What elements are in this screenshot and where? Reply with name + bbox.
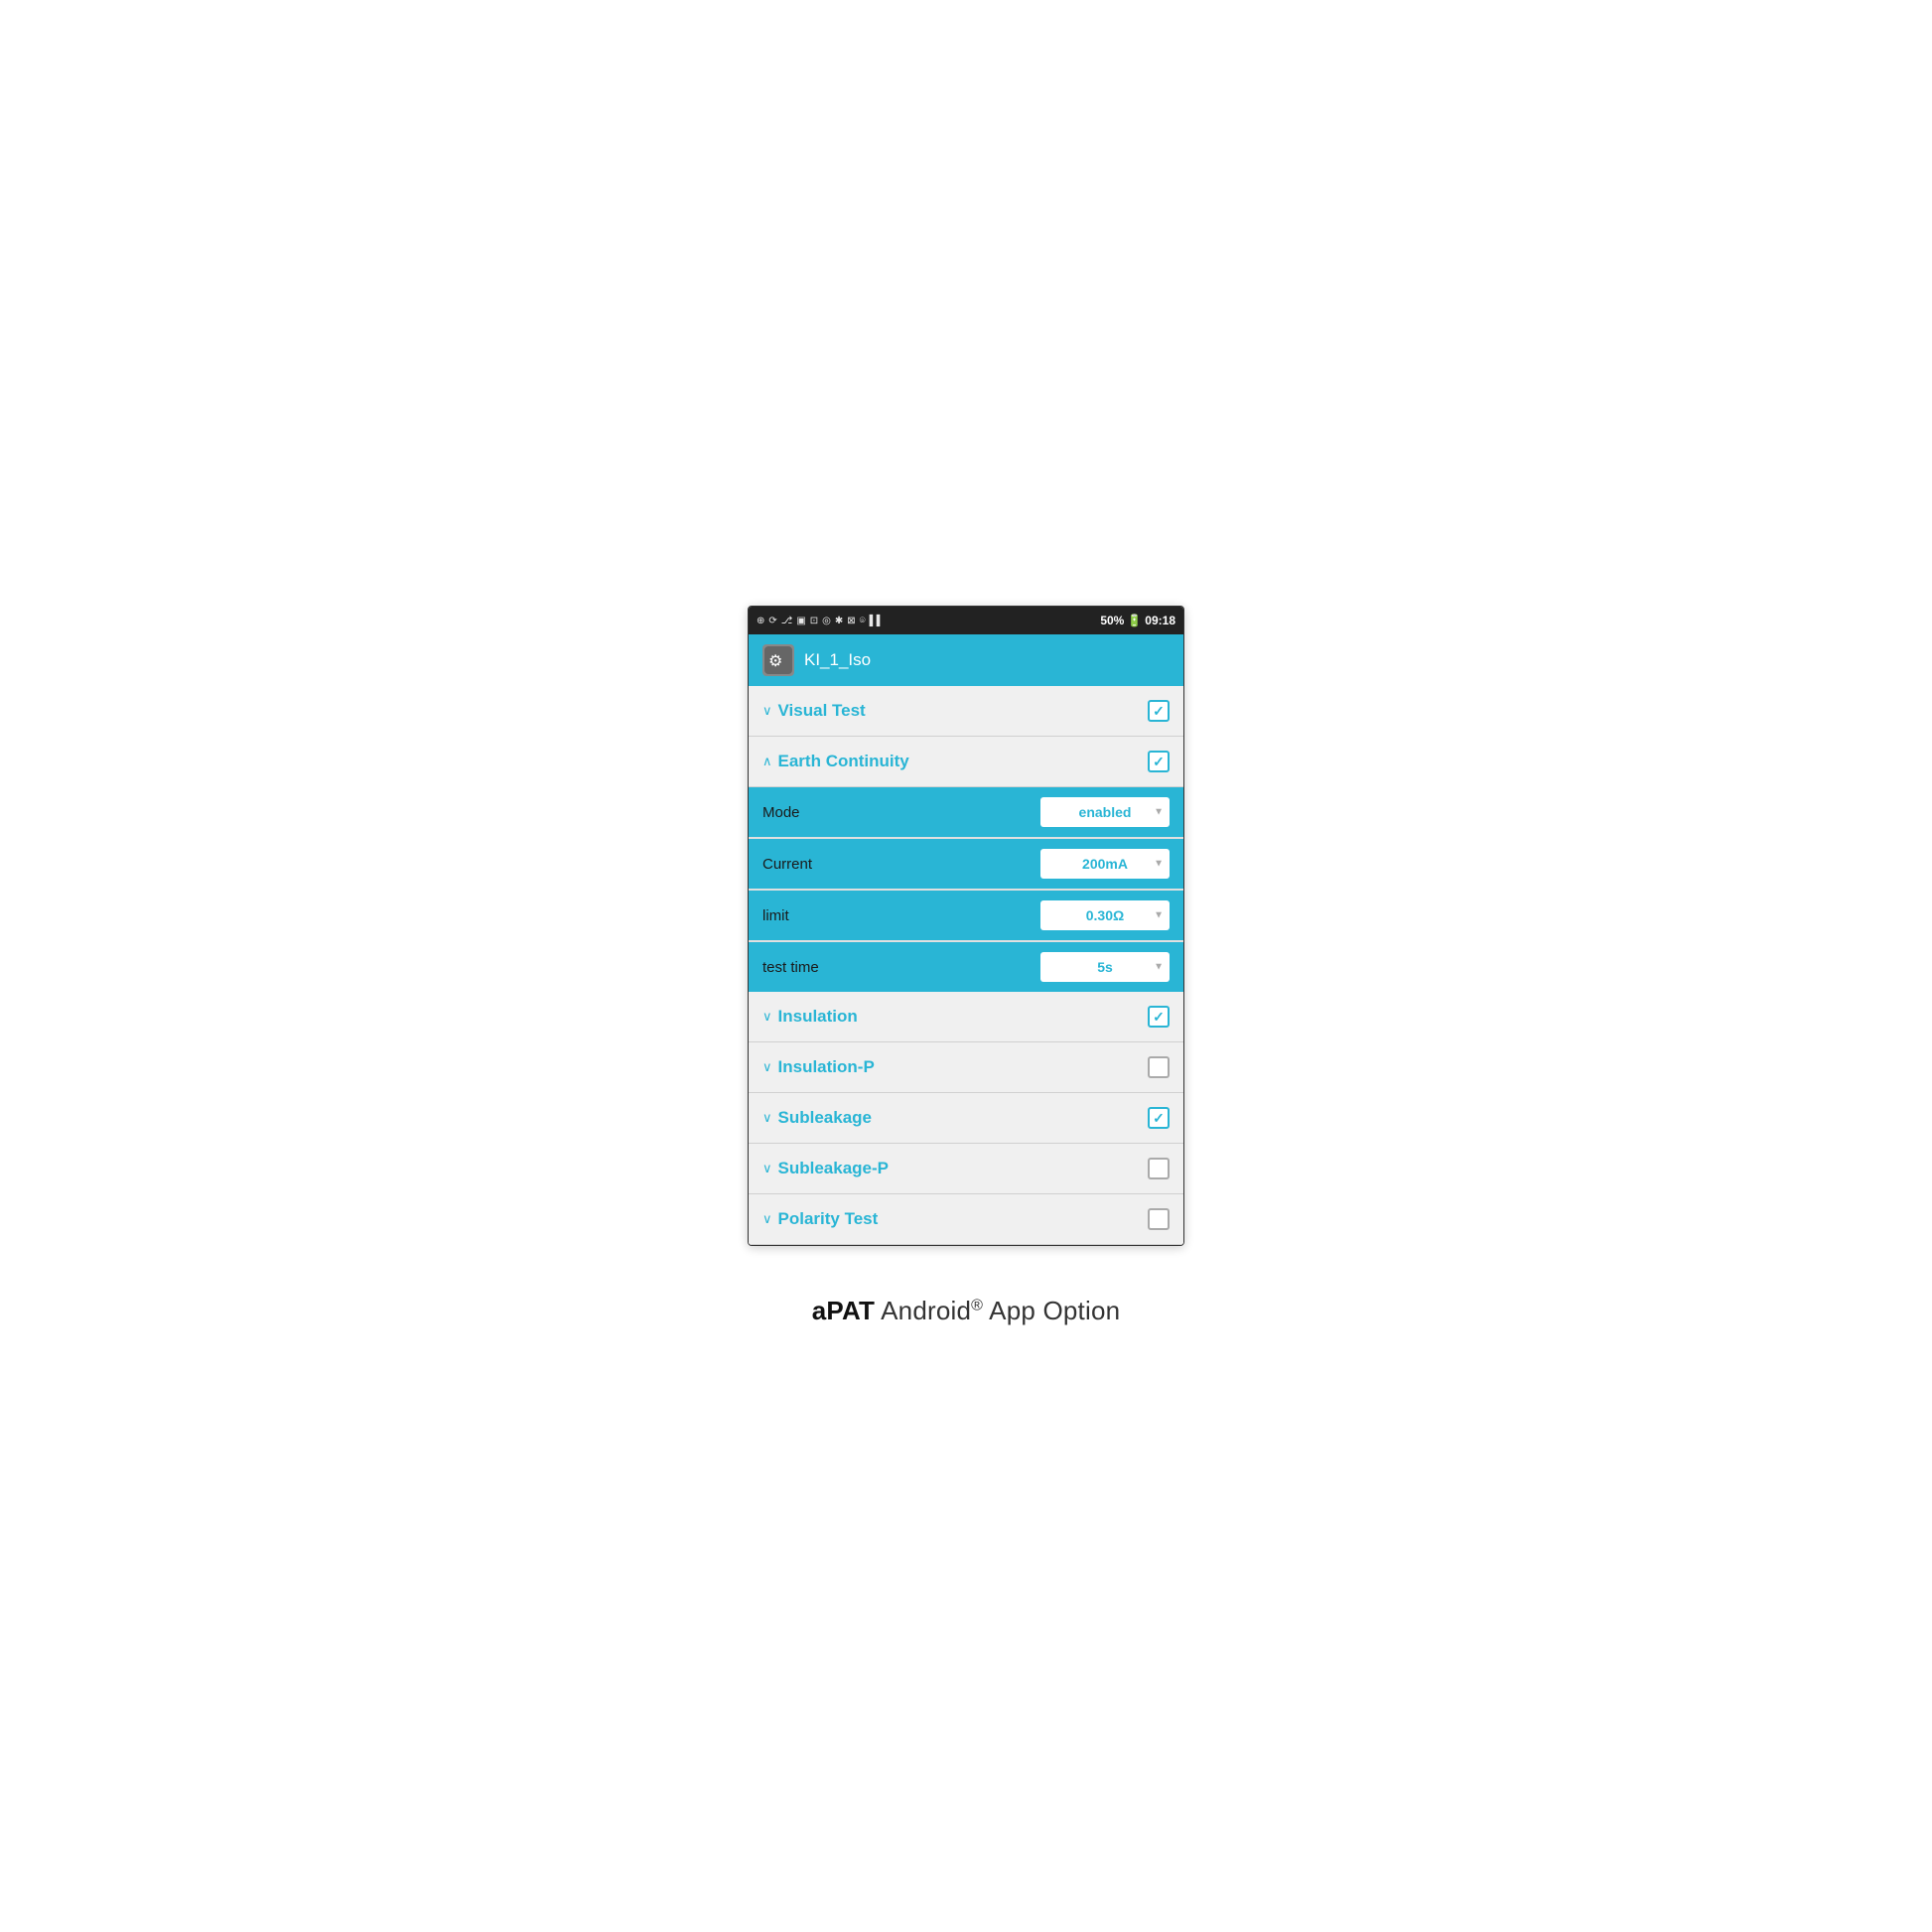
chevron-subleakage: ∨	[762, 1110, 772, 1126]
checkbox-earth-continuity[interactable]	[1148, 751, 1170, 772]
phone-container: ⊕ ⟳ ⎇ ▣ ⊡ ◎ ✱ ⊠ ⌾ ▌▌ 50% 🔋 09:18	[748, 606, 1184, 1246]
field-label-current: Current	[762, 856, 1031, 873]
field-value-current[interactable]: 200mA	[1040, 849, 1170, 879]
section-title-insulation: Insulation	[778, 1007, 858, 1027]
svg-text:⚙: ⚙	[768, 653, 782, 670]
caption-text: aPAT Android® App Option	[812, 1296, 1121, 1325]
chevron-earth-continuity: ∧	[762, 754, 772, 769]
section-header-insulation-p[interactable]: ∨ Insulation-P	[749, 1042, 1183, 1093]
field-value-limit[interactable]: 0.30Ω	[1040, 900, 1170, 930]
sections-list: ∨ Visual Test ∧ Earth Continuity Mode en…	[749, 686, 1183, 1245]
section-header-left-subleakage-p: ∨ Subleakage-P	[762, 1159, 889, 1178]
chevron-insulation-p: ∨	[762, 1059, 772, 1075]
checkbox-insulation[interactable]	[1148, 1006, 1170, 1028]
icon-eye: ◎	[822, 616, 831, 626]
icon-sync: ⟳	[768, 616, 776, 626]
section-content-earth-continuity: Mode enabled Current 200mA limit 0.30Ω t…	[749, 787, 1183, 992]
section-header-subleakage-p[interactable]: ∨ Subleakage-P	[749, 1144, 1183, 1194]
field-label-test-time: test time	[762, 959, 1031, 976]
app-header: ⚙ KI_1_Iso	[749, 634, 1183, 686]
caption-end: App Option	[989, 1296, 1120, 1325]
field-value-mode[interactable]: enabled	[1040, 797, 1170, 827]
chevron-insulation: ∨	[762, 1009, 772, 1025]
checkbox-subleakage[interactable]	[1148, 1107, 1170, 1129]
section-title-earth-continuity: Earth Continuity	[778, 752, 909, 771]
icon-signal: ▌▌	[870, 616, 884, 626]
section-title-visual-test: Visual Test	[778, 701, 866, 721]
field-row-mode[interactable]: Mode enabled	[749, 787, 1183, 839]
chevron-visual-test: ∨	[762, 703, 772, 719]
checkbox-visual-test[interactable]	[1148, 700, 1170, 722]
field-row-limit[interactable]: limit 0.30Ω	[749, 891, 1183, 942]
checkbox-polarity-test[interactable]	[1148, 1208, 1170, 1230]
section-header-polarity-test[interactable]: ∨ Polarity Test	[749, 1194, 1183, 1245]
caption-bold: aPAT	[812, 1296, 875, 1325]
battery-icon: 🔋	[1127, 614, 1142, 627]
icon-usb: ⎇	[781, 616, 793, 626]
section-header-insulation[interactable]: ∨ Insulation	[749, 992, 1183, 1042]
section-title-subleakage-p: Subleakage-P	[778, 1159, 890, 1178]
field-label-mode: Mode	[762, 804, 1031, 821]
icon-mute: ⊠	[847, 616, 855, 626]
field-value-test-time[interactable]: 5s	[1040, 952, 1170, 982]
section-header-earth-continuity[interactable]: ∧ Earth Continuity	[749, 737, 1183, 787]
battery-percent: 50%	[1100, 614, 1124, 627]
section-header-left-visual: ∨ Visual Test	[762, 701, 866, 721]
icon-image: ⊡	[810, 616, 818, 626]
caption-area: aPAT Android® App Option	[812, 1296, 1121, 1326]
field-row-test-time[interactable]: test time 5s	[749, 942, 1183, 992]
icon-screen: ▣	[796, 616, 805, 626]
section-header-left-insulation: ∨ Insulation	[762, 1007, 858, 1027]
icon-add: ⊕	[757, 616, 764, 626]
section-title-subleakage: Subleakage	[778, 1108, 873, 1128]
section-header-left-earth: ∧ Earth Continuity	[762, 752, 909, 771]
status-bar-right: 50% 🔋 09:18	[1100, 614, 1175, 627]
section-header-subleakage[interactable]: ∨ Subleakage	[749, 1093, 1183, 1144]
section-header-left-subleakage: ∨ Subleakage	[762, 1108, 872, 1128]
icon-wifi: ⌾	[860, 616, 866, 626]
field-label-limit: limit	[762, 907, 1031, 924]
app-icon: ⚙	[762, 644, 794, 676]
app-title: KI_1_Iso	[804, 650, 871, 670]
section-header-left-polarity: ∨ Polarity Test	[762, 1209, 878, 1229]
section-header-left-insulation-p: ∨ Insulation-P	[762, 1057, 875, 1077]
app-icon-svg: ⚙	[764, 646, 792, 674]
field-row-current[interactable]: Current 200mA	[749, 839, 1183, 891]
icon-bluetooth: ✱	[835, 616, 843, 626]
status-bar: ⊕ ⟳ ⎇ ▣ ⊡ ◎ ✱ ⊠ ⌾ ▌▌ 50% 🔋 09:18	[749, 607, 1183, 634]
page-wrapper: ⊕ ⟳ ⎇ ▣ ⊡ ◎ ✱ ⊠ ⌾ ▌▌ 50% 🔋 09:18	[0, 0, 1932, 1932]
section-header-visual-test[interactable]: ∨ Visual Test	[749, 686, 1183, 737]
chevron-subleakage-p: ∨	[762, 1161, 772, 1176]
status-bar-left: ⊕ ⟳ ⎇ ▣ ⊡ ◎ ✱ ⊠ ⌾ ▌▌	[757, 616, 884, 626]
chevron-polarity-test: ∨	[762, 1211, 772, 1227]
section-title-insulation-p: Insulation-P	[778, 1057, 875, 1077]
caption-normal: Android	[881, 1296, 971, 1325]
clock: 09:18	[1145, 614, 1175, 627]
checkbox-subleakage-p[interactable]	[1148, 1158, 1170, 1179]
section-title-polarity-test: Polarity Test	[778, 1209, 879, 1229]
checkbox-insulation-p[interactable]	[1148, 1056, 1170, 1078]
caption-registered: ®	[971, 1297, 983, 1313]
